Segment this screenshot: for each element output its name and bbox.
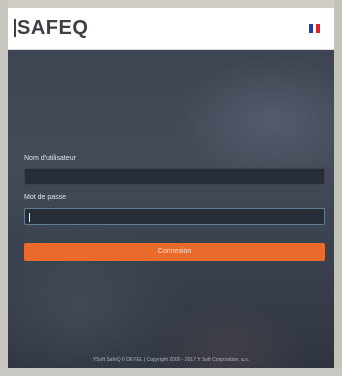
- text-cursor: [29, 213, 30, 222]
- language-flag-icon[interactable]: [309, 24, 321, 33]
- logo: SAFEQ: [14, 15, 88, 41]
- logo-text: SAFEQ: [17, 17, 89, 39]
- username-input[interactable]: [24, 168, 325, 185]
- footer-copyright: YSoft SafeQ 6 DEYEL | Copyright 2000 - 2…: [92, 357, 250, 363]
- outer-frame-top: [0, 0, 342, 8]
- logo-mark: [14, 19, 16, 37]
- outer-frame-right: [334, 0, 342, 376]
- outer-frame-left: [0, 0, 8, 376]
- login-page: SAFEQ Nom d'utilisateur Mot de passe Con…: [8, 8, 334, 368]
- header-bar: SAFEQ: [8, 8, 334, 50]
- password-label: Mot de passe: [24, 194, 67, 201]
- outer-frame-bottom: [0, 368, 342, 376]
- password-input[interactable]: [24, 208, 325, 225]
- login-button[interactable]: Connexion: [24, 243, 325, 261]
- username-label: Nom d'utilisateur: [24, 155, 76, 162]
- flag-red-stripe: [316, 24, 321, 33]
